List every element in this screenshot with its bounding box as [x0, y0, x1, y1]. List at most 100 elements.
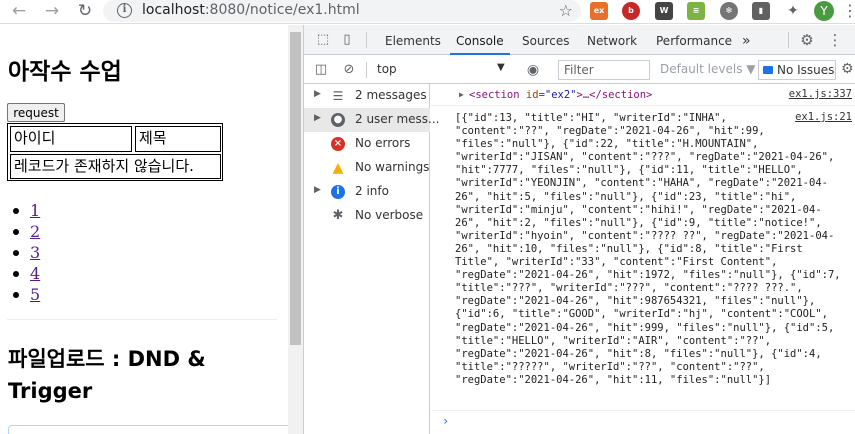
tab-console[interactable]: Console	[450, 25, 510, 55]
forward-arrow-icon[interactable]: →	[41, 0, 63, 22]
address-bar[interactable]: i localhost:8080/notice/ex1.html ☆	[103, 0, 581, 22]
console-json-line: [{"id":13, "title":"HI", "writerId":"INH…	[455, 112, 727, 124]
browser-menu-icon[interactable]: ⋮	[842, 0, 855, 22]
console-json-line: "title":"HELLO", "writerId":"AIR", "cont…	[455, 334, 772, 347]
issues-icon	[763, 66, 773, 74]
sidebar-item-label: No errors	[355, 136, 411, 150]
tag-open: <section	[469, 89, 520, 101]
source-link[interactable]: ex1.js:337	[789, 88, 852, 100]
context-dropdown-icon[interactable]: ▼	[497, 62, 505, 73]
sidebar-item-label: No warnings	[355, 160, 430, 174]
list-icon: ☰	[332, 89, 344, 103]
tab-performance[interactable]: Performance	[656, 25, 732, 55]
extension-bars-icon[interactable]: ▮	[752, 2, 770, 20]
tag-rest: >…</section>	[576, 89, 653, 101]
sidebar-item-verbose[interactable]: ✱ No verbose	[304, 204, 430, 228]
page-link-4[interactable]: 4	[30, 264, 40, 283]
console-message-section[interactable]: ▶ <section id="ex2">…</section> ex1.js:3…	[431, 84, 855, 106]
devtools-tab-bar: ⬚ ▯ Elements Console Sources Network Per…	[304, 25, 855, 55]
console-json-line: "files":"null"}, {"id":22, "title":"H.MO…	[455, 138, 759, 151]
extension-note-icon[interactable]: ≡	[687, 2, 705, 20]
web-page: 아작수 수업 request 아이디 제목 레코드가 존재하지 않습니다. 1 …	[0, 25, 288, 434]
sidebar-item-info[interactable]: ▶ i 2 info	[304, 180, 430, 204]
device-toggle-icon[interactable]: ▯	[338, 31, 356, 49]
tab-network[interactable]: Network	[587, 25, 637, 55]
tab-sources[interactable]: Sources	[522, 25, 569, 55]
console-json-line: "regDate":"2021-04-26", "hit":11, "files…	[455, 373, 772, 386]
console-json-line: "writerId":"hyoin", "content":"???? ??",…	[455, 229, 835, 242]
warning-icon: ▲	[332, 160, 344, 176]
inspect-element-icon[interactable]: ⬚	[314, 31, 332, 49]
console-json-line: 26", "hit":5, "files":"null"}, {"id":23,…	[455, 190, 797, 203]
page-scrollbar[interactable]	[288, 25, 303, 434]
expand-triangle-icon[interactable]: ▶	[459, 90, 464, 99]
url-path: :8080/notice/ex1.html	[204, 2, 360, 18]
sidebar-item-warnings[interactable]: ▲ No warnings	[304, 156, 430, 180]
expand-arrow-icon[interactable]: ▶	[314, 185, 321, 195]
table-empty-message: 레코드가 존재하지 않습니다.	[10, 154, 221, 179]
sidebar-item-user-messages[interactable]: ▶ ● 2 user mess...	[304, 108, 439, 132]
pager-item: 1	[12, 200, 40, 221]
attr-value: "ex2"	[544, 89, 577, 101]
console-settings-icon[interactable]: ⚙	[841, 61, 854, 77]
sidebar-toggle-icon[interactable]: ◫	[312, 61, 330, 79]
pager-item: 4	[12, 263, 40, 284]
sidebar-item-label: 2 info	[355, 184, 389, 198]
console-json-line: Title", "writerId":"33", "content":"Firs…	[455, 256, 778, 269]
clear-console-icon[interactable]: ⊘	[340, 61, 358, 79]
page-scrollbar-thumb[interactable]	[290, 32, 301, 345]
console-json-line: "regDate":"2021-04-26", "hit":999, "file…	[455, 321, 835, 334]
devtools-menu-icon[interactable]: ⋮	[826, 31, 844, 49]
extension-w-icon[interactable]: W	[655, 2, 673, 20]
live-expression-eye-icon[interactable]: ◉	[524, 61, 542, 79]
console-json-line: "writerId":"JISAN", "content":"???", "re…	[455, 151, 835, 164]
extension-ex-icon[interactable]: ex	[590, 2, 608, 20]
context-selector[interactable]: top	[377, 62, 397, 76]
reload-icon[interactable]: ↻	[74, 0, 96, 22]
tab-elements[interactable]: Elements	[385, 25, 441, 55]
extensions-puzzle-icon[interactable]: ✦	[784, 2, 802, 20]
toolbar-separator	[366, 62, 367, 78]
sidebar-item-messages[interactable]: ▶ ☰ 2 messages	[304, 84, 430, 108]
pager-item: 2	[12, 221, 40, 242]
console-json-line: "hit":7777, "files":"null"}, {"id":11, "…	[455, 164, 803, 177]
request-button[interactable]: request	[7, 103, 65, 122]
page-link-3[interactable]: 3	[30, 243, 40, 262]
pager-item: 5	[12, 284, 40, 305]
console-json-message[interactable]: [{"id":13, "title":"HI", "writerId":"INH…	[455, 112, 853, 387]
issues-button[interactable]: No Issues	[758, 60, 836, 80]
console-json-line: "title":"???", "writerId":"???", "conten…	[455, 282, 803, 295]
url-text[interactable]: localhost:8080/notice/ex1.html	[142, 2, 360, 18]
divider	[7, 319, 277, 320]
console-filter-input[interactable]: Filter	[558, 60, 650, 80]
log-levels-dropdown[interactable]: Default levels ▼	[660, 62, 756, 76]
page-link-1[interactable]: 1	[30, 201, 40, 220]
bookmark-star-icon[interactable]: ☆	[559, 0, 573, 22]
console-json-line: 26", "hit":10, "files":"null"}, {"id":8,…	[455, 242, 803, 255]
more-tabs-button[interactable]: »	[742, 25, 751, 55]
page-link-2[interactable]: 2	[30, 222, 40, 241]
expand-arrow-icon[interactable]: ▶	[314, 89, 321, 99]
section-element-preview[interactable]: <section id="ex2">…</section>	[469, 89, 652, 101]
user-icon: ●	[331, 113, 345, 127]
console-json-line: 26", "hit":2, "files":"null"}, {"id":9, …	[455, 216, 822, 229]
site-info-icon[interactable]: i	[117, 3, 132, 18]
expand-arrow-icon[interactable]: ▶	[314, 113, 321, 123]
profile-avatar[interactable]: Y	[814, 1, 834, 21]
bug-icon: ✱	[332, 208, 344, 223]
page-title: 아작수 수업	[8, 59, 122, 85]
console-json-line: "regDate":"2021-04-26", "hit":8, "files"…	[455, 347, 822, 360]
console-prompt[interactable]: ›	[431, 410, 855, 432]
file-drop-zone[interactable]	[8, 425, 288, 434]
settings-gear-icon[interactable]: ⚙	[798, 31, 816, 49]
back-arrow-icon[interactable]: ←	[8, 0, 30, 22]
tab-separator	[366, 32, 367, 48]
extension-gear-icon[interactable]: ✻	[720, 2, 738, 20]
sidebar-item-label: No verbose	[355, 208, 424, 222]
extension-red-icon[interactable]: b	[622, 2, 640, 20]
console-json-line: "content":"??", "regDate":"2021-04-26", …	[455, 125, 765, 138]
page-link-5[interactable]: 5	[30, 285, 40, 304]
tab-separator	[788, 32, 789, 48]
table-header-id: 아이디	[10, 126, 132, 152]
sidebar-item-errors[interactable]: × No errors	[304, 132, 430, 156]
